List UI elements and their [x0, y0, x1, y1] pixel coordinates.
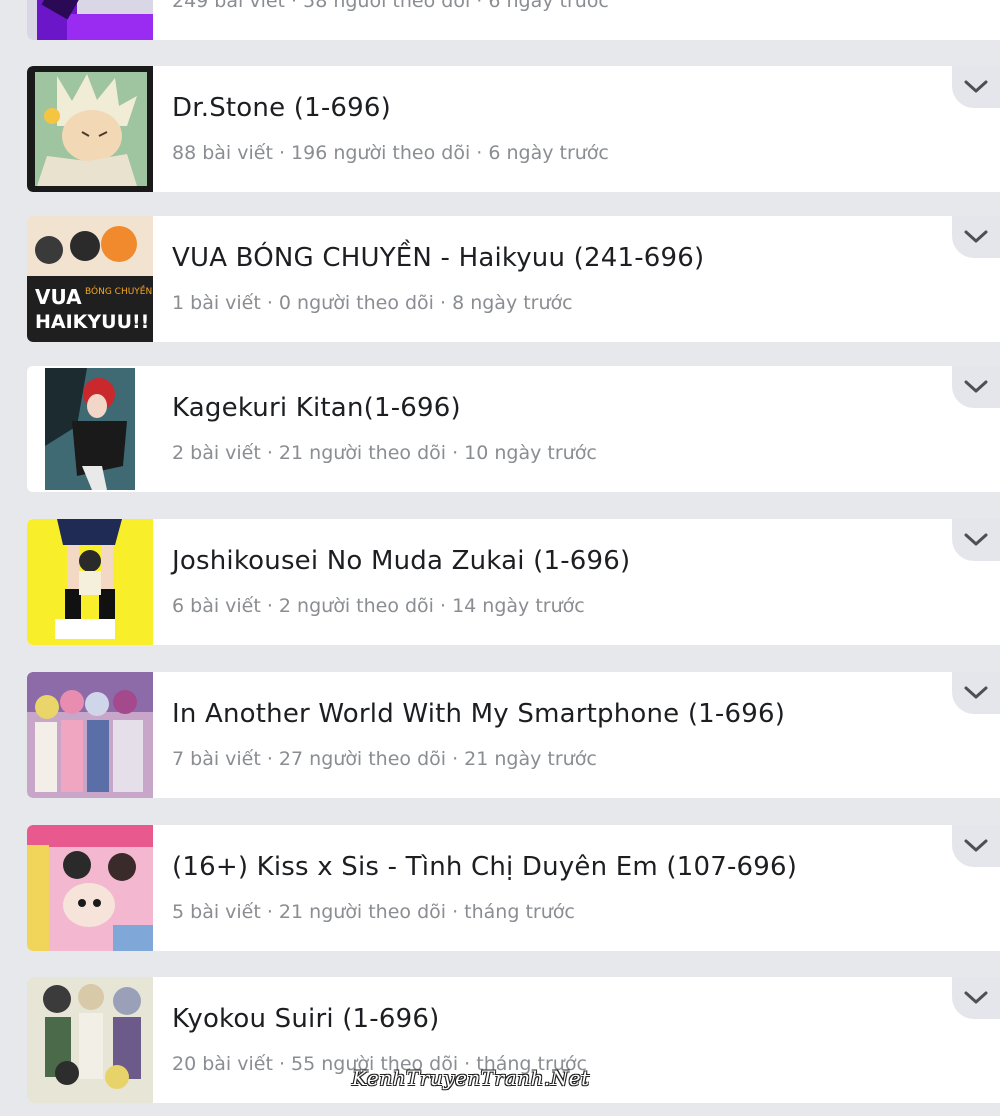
group-meta: 5 bài viết · 21 người theo dõi · tháng t… — [172, 901, 575, 923]
kagekuri-cover-icon — [27, 366, 153, 492]
group-cover-image[interactable] — [27, 977, 153, 1103]
watermark-text: KenhTruyenTranh.Net — [352, 1066, 590, 1090]
group-card[interactable]: 249 bài viết · 58 người theo dõi · 6 ngà… — [27, 0, 1000, 40]
kyokou-suiri-cover-icon — [27, 977, 153, 1103]
group-title[interactable]: Joshikousei No Muda Zukai (1-696) — [172, 546, 630, 576]
chevron-down-icon — [964, 686, 988, 699]
chevron-down-icon — [964, 839, 988, 852]
chevron-down-icon — [964, 380, 988, 393]
group-cover-image[interactable]: VUA BÓNG CHUYỀN HAIKYUU!! — [27, 216, 153, 342]
joshikousei-cover-icon — [27, 519, 153, 645]
group-cover-image[interactable] — [27, 825, 153, 951]
group-title[interactable]: (16+) Kiss x Sis - Tình Chị Duyên Em (10… — [172, 852, 797, 882]
chevron-down-icon — [964, 533, 988, 546]
group-cover-image[interactable] — [27, 519, 153, 645]
group-meta: 1 bài viết · 0 người theo dõi · 8 ngày t… — [172, 292, 573, 314]
haikyuu-cover-icon: VUA BÓNG CHUYỀN HAIKYUU!! — [27, 216, 153, 342]
chevron-down-icon — [964, 991, 988, 1004]
chevron-down-icon — [964, 80, 988, 93]
dr-stone-cover-icon — [27, 66, 153, 192]
haikyuu-cover-word: VUA — [35, 285, 82, 309]
more-options-button[interactable] — [952, 672, 1000, 714]
group-title[interactable]: Dr.Stone (1-696) — [172, 93, 391, 123]
group-card[interactable]: (16+) Kiss x Sis - Tình Chị Duyên Em (10… — [27, 825, 1000, 951]
group-cover-image[interactable] — [27, 672, 153, 798]
group-cover-image[interactable] — [27, 66, 153, 192]
group-title[interactable]: In Another World With My Smartphone (1-6… — [172, 699, 785, 729]
purple-cover-icon — [27, 0, 153, 40]
group-meta: 249 bài viết · 58 người theo dõi · 6 ngà… — [172, 0, 609, 12]
group-card[interactable]: VUA BÓNG CHUYỀN HAIKYUU!! VUA BÓNG CHUYỀ… — [27, 216, 1000, 342]
group-title[interactable]: VUA BÓNG CHUYỀN - Haikyuu (241-696) — [172, 243, 704, 273]
more-options-button[interactable] — [952, 825, 1000, 867]
group-title[interactable]: Kyokou Suiri (1-696) — [172, 1004, 439, 1034]
group-cover-image[interactable] — [27, 366, 153, 492]
group-meta: 6 bài viết · 2 người theo dõi · 14 ngày … — [172, 595, 585, 617]
more-options-button[interactable] — [952, 519, 1000, 561]
more-options-button[interactable] — [952, 66, 1000, 108]
group-title[interactable]: Kagekuri Kitan(1-696) — [172, 393, 461, 423]
group-cover-image[interactable] — [27, 0, 153, 40]
group-meta: 2 bài viết · 21 người theo dõi · 10 ngày… — [172, 442, 597, 464]
group-card[interactable]: Kagekuri Kitan(1-696) 2 bài viết · 21 ng… — [27, 366, 1000, 492]
smartphone-cover-icon — [27, 672, 153, 798]
kiss-x-sis-cover-icon — [27, 825, 153, 951]
group-card[interactable]: Dr.Stone (1-696) 88 bài viết · 196 người… — [27, 66, 1000, 192]
group-list: 249 bài viết · 58 người theo dõi · 6 ngà… — [0, 0, 1000, 1116]
chevron-down-icon — [964, 230, 988, 243]
more-options-button[interactable] — [952, 216, 1000, 258]
group-meta: 7 bài viết · 27 người theo dõi · 21 ngày… — [172, 748, 597, 770]
more-options-button[interactable] — [952, 366, 1000, 408]
group-card[interactable]: In Another World With My Smartphone (1-6… — [27, 672, 1000, 798]
group-meta: 88 bài viết · 196 người theo dõi · 6 ngà… — [172, 142, 609, 164]
haikyuu-cover-word: HAIKYUU!! — [35, 311, 149, 333]
group-card[interactable]: Joshikousei No Muda Zukai (1-696) 6 bài … — [27, 519, 1000, 645]
more-options-button[interactable] — [952, 977, 1000, 1019]
